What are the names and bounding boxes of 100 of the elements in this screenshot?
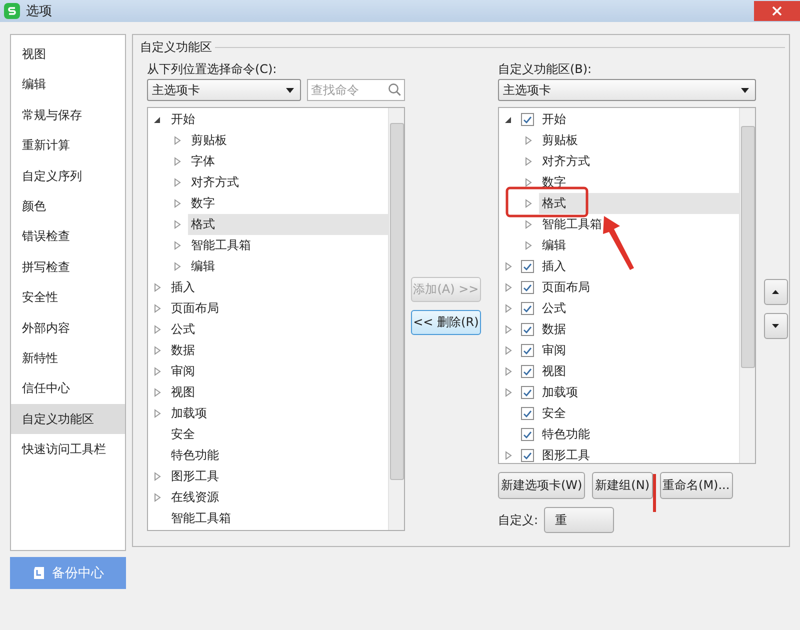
tree-item[interactable]: 数字 xyxy=(188,193,388,214)
checkbox[interactable] xyxy=(520,302,534,315)
tree-item[interactable]: 页面布局 xyxy=(168,298,388,319)
sidebar-item[interactable]: 常规与保存 xyxy=(11,100,125,130)
expand-icon[interactable] xyxy=(504,388,512,397)
tree-item[interactable]: 对齐方式 xyxy=(538,151,739,172)
checkbox[interactable] xyxy=(520,113,534,126)
sidebar-item[interactable]: 外部内容 xyxy=(11,312,125,343)
tree-item[interactable]: 加载项 xyxy=(538,382,739,403)
expand-icon[interactable] xyxy=(524,178,532,187)
sidebar-item[interactable]: 重新计算 xyxy=(11,130,125,161)
tree-item[interactable]: 剪贴板 xyxy=(188,130,388,151)
expand-icon[interactable] xyxy=(524,241,532,250)
tree-item[interactable]: 插入 xyxy=(538,256,739,277)
sidebar-item[interactable]: 安全性 xyxy=(11,282,125,313)
sidebar-item[interactable]: 拼写检查 xyxy=(11,252,125,282)
sidebar-item[interactable]: 错误检查 xyxy=(11,221,125,252)
expand-icon[interactable] xyxy=(154,409,161,418)
collapse-icon[interactable] xyxy=(504,115,512,124)
tree-item[interactable]: 数据 xyxy=(538,319,739,340)
checkbox[interactable] xyxy=(520,407,534,420)
sidebar-item[interactable]: 颜色 xyxy=(11,190,125,222)
expand-icon[interactable] xyxy=(174,199,181,208)
expand-icon[interactable] xyxy=(524,136,532,145)
action-button[interactable]: 新建选项卡(W) xyxy=(498,472,586,499)
tree-item[interactable]: 插入 xyxy=(168,277,388,298)
move-down-button[interactable] xyxy=(764,313,788,339)
sidebar-item[interactable]: 快速访问工具栏 xyxy=(11,434,125,464)
checkbox[interactable] xyxy=(520,449,534,462)
expand-icon[interactable] xyxy=(174,178,181,187)
expand-icon[interactable] xyxy=(504,367,512,376)
sidebar-item[interactable]: 自定义序列 xyxy=(11,160,125,191)
expand-icon[interactable] xyxy=(154,472,161,481)
tree-item[interactable]: 智能工具箱 xyxy=(538,214,739,235)
tree-item[interactable]: 剪贴板 xyxy=(538,130,739,151)
action-button[interactable]: 重命名(M)... xyxy=(660,472,733,499)
tree-item[interactable]: 开始 xyxy=(538,109,739,130)
expand-icon[interactable] xyxy=(154,304,161,313)
tree-item[interactable]: 审阅 xyxy=(168,361,388,382)
checkbox[interactable] xyxy=(520,281,534,294)
tree-item[interactable]: 安全 xyxy=(168,424,388,445)
tree-item[interactable]: 特色功能 xyxy=(168,445,388,466)
checkbox[interactable] xyxy=(520,386,534,399)
checkbox[interactable] xyxy=(520,428,534,441)
tree-item[interactable]: 格式 xyxy=(538,193,739,214)
command-dropdown[interactable]: 主选项卡 xyxy=(146,79,301,101)
expand-icon[interactable] xyxy=(504,325,512,334)
tree-item[interactable]: 智能工具箱 xyxy=(188,235,388,256)
tree-item[interactable]: 图形工具 xyxy=(538,445,739,463)
checkbox[interactable] xyxy=(520,365,534,378)
action-button[interactable]: 新建组(N) xyxy=(592,472,653,499)
expand-icon[interactable] xyxy=(154,493,161,502)
collapse-icon[interactable] xyxy=(154,115,161,124)
sidebar-item[interactable]: 新特性 xyxy=(11,342,125,374)
remove-button[interactable]: << 删除(R) xyxy=(410,310,481,335)
tree-item[interactable]: 编辑 xyxy=(188,256,388,277)
sidebar-item[interactable]: 视图 xyxy=(11,39,125,70)
expand-icon[interactable] xyxy=(504,346,512,355)
sidebar-item[interactable]: 编辑 xyxy=(11,69,125,100)
checkbox[interactable] xyxy=(520,344,534,357)
expand-icon[interactable] xyxy=(524,220,532,229)
checkbox[interactable] xyxy=(520,323,534,336)
tree-item[interactable]: 智能工具箱 xyxy=(168,508,388,529)
expand-icon[interactable] xyxy=(154,325,161,334)
tree-item[interactable]: 页面布局 xyxy=(538,277,739,298)
tree-item[interactable]: 编辑 xyxy=(538,235,739,256)
tree-item[interactable]: 视图 xyxy=(538,361,739,382)
tree-item[interactable]: 图形工具 xyxy=(168,466,388,487)
tree-item[interactable]: 数据 xyxy=(168,340,388,361)
scrollbar[interactable] xyxy=(388,108,404,530)
tree-item[interactable]: 对齐方式 xyxy=(188,172,388,193)
expand-icon[interactable] xyxy=(154,367,161,376)
tree-item[interactable]: 在线资源 xyxy=(168,487,388,508)
expand-icon[interactable] xyxy=(504,283,512,292)
expand-icon[interactable] xyxy=(174,241,181,250)
expand-icon[interactable] xyxy=(174,136,181,145)
tree-item[interactable]: 安全 xyxy=(538,403,739,424)
expand-icon[interactable] xyxy=(524,157,532,166)
tree-item[interactable]: 特色功能 xyxy=(538,424,739,445)
tree-item[interactable]: 视图 xyxy=(168,382,388,403)
tree-item[interactable]: 格式 xyxy=(188,214,388,235)
expand-icon[interactable] xyxy=(154,388,161,397)
tree-item[interactable]: 加载项 xyxy=(168,403,388,424)
expand-icon[interactable] xyxy=(174,157,181,166)
reset-button[interactable]: 重 xyxy=(544,507,614,533)
sidebar-item[interactable]: 信任中心 xyxy=(11,373,125,404)
expand-icon[interactable] xyxy=(154,283,161,292)
checkbox[interactable] xyxy=(520,260,534,273)
tree-item[interactable]: 数字 xyxy=(538,172,739,193)
ribbon-dropdown[interactable]: 主选项卡 xyxy=(498,79,756,101)
sidebar-item[interactable]: 自定义功能区 xyxy=(11,404,125,434)
tree-item[interactable]: 审阅 xyxy=(538,340,739,361)
search-field[interactable]: 查找命令 xyxy=(306,79,405,101)
scrollbar[interactable] xyxy=(738,108,755,463)
expand-icon[interactable] xyxy=(174,220,181,229)
tree-item[interactable]: 公式 xyxy=(168,319,388,340)
expand-icon[interactable] xyxy=(174,262,181,271)
expand-icon[interactable] xyxy=(524,199,532,208)
tree-item[interactable]: 公式 xyxy=(538,298,739,319)
expand-icon[interactable] xyxy=(504,304,512,313)
